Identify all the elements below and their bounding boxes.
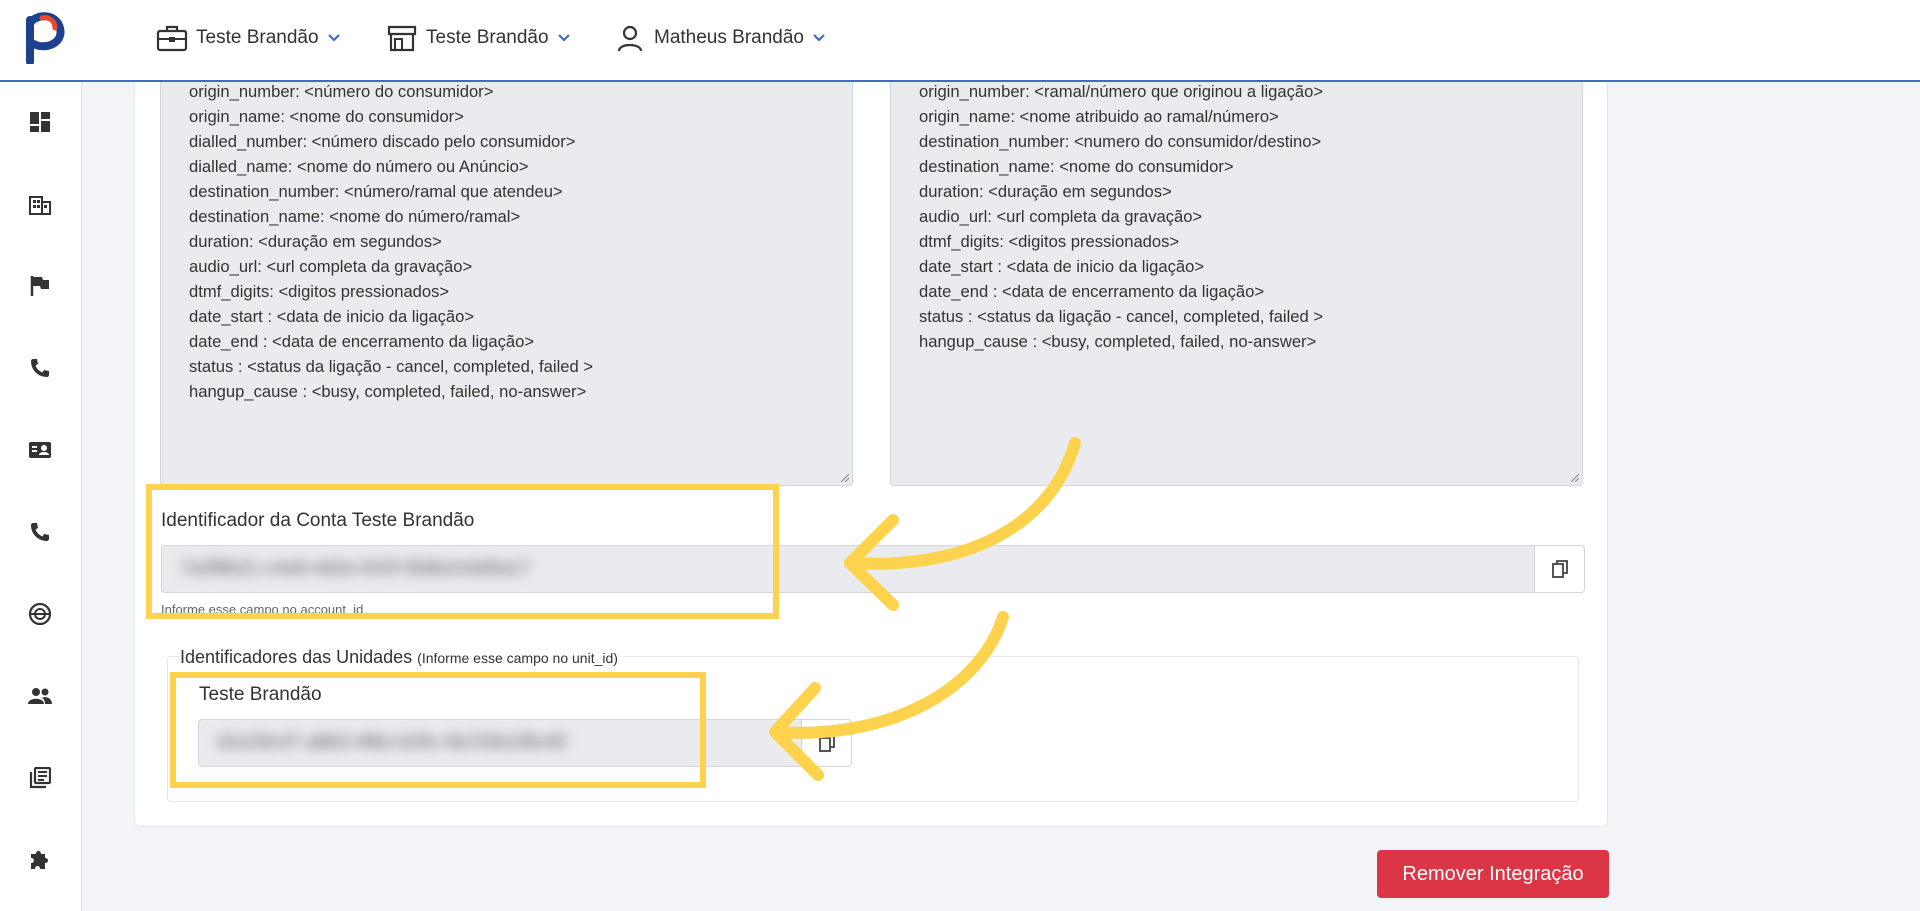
webhook-outbound-textarea[interactable]: origin_number: <ramal/número que origino… [890, 82, 1583, 486]
building-icon [29, 196, 51, 215]
flag-icon [30, 276, 49, 296]
sidebar-item-campaigns[interactable] [22, 268, 58, 304]
webhook-field-line: destination_name: <nome do consumidor> [919, 157, 1234, 176]
sidebar-item-calls[interactable] [22, 350, 58, 386]
phone-icon [31, 523, 49, 541]
chevron-down-icon [813, 34, 825, 42]
copy-account-id-button[interactable] [1535, 545, 1585, 593]
phone-icon [31, 359, 49, 377]
copy-icon [818, 734, 835, 752]
webhook-field-line: origin_name: <nome do consumidor> [189, 107, 464, 126]
webhook-field-line: hangup_cause : <busy, completed, failed,… [189, 382, 587, 401]
webhook-field-line: date_end : <data de encerramento da liga… [189, 332, 535, 351]
webhook-field-line: origin_number: <número do consumidor> [189, 82, 494, 101]
sidebar-item-contacts[interactable] [22, 432, 58, 468]
highlight-box-account [146, 484, 779, 619]
sidebar [0, 82, 82, 911]
webhook-field-line: dialled_name: <nome do número ou Anúncio… [189, 157, 529, 176]
webhook-field-line: status : <status da ligação - cancel, co… [189, 357, 594, 376]
sidebar-item-dashboard[interactable] [22, 104, 58, 140]
webhook-field-line: hangup_cause : <busy, completed, failed,… [919, 332, 1317, 351]
tracking-icon [28, 602, 52, 626]
webhook-field-line: date_start : <data de inicio da ligação> [919, 257, 1205, 276]
user-menu-label: Matheus Brandão [654, 27, 804, 48]
webhook-field-line: date_start : <data de inicio da ligação> [189, 307, 475, 326]
sidebar-item-tracking[interactable] [22, 596, 58, 632]
app-logo[interactable] [22, 10, 68, 64]
sidebar-item-reports[interactable] [22, 760, 58, 796]
contact-card-icon [29, 442, 51, 458]
webhook-field-line: audio_url: <url completa da gravação> [919, 207, 1203, 226]
unit-selector-label: Teste Brandão [426, 27, 549, 48]
resize-handle-icon[interactable] [839, 472, 849, 482]
sidebar-item-companies[interactable] [22, 186, 58, 222]
store-icon [386, 22, 418, 54]
webhook-field-line: audio_url: <url completa da gravação> [189, 257, 473, 276]
webhook-field-line: origin_name: <nome atribuido ao ramal/nú… [919, 107, 1279, 126]
company-selector[interactable]: Teste Brandão [156, 22, 341, 54]
top-navbar: Teste Brandão Teste Brandão Matheus Bran… [0, 0, 1920, 82]
copy-unit-id-button[interactable] [802, 719, 852, 767]
resize-handle-icon[interactable] [1569, 472, 1579, 482]
webhook-field-line: date_end : <data de encerramento da liga… [919, 282, 1265, 301]
user-menu[interactable]: Matheus Brandão [614, 22, 826, 54]
units-title: Identificadores das Unidades (Informe es… [180, 647, 622, 668]
unit-selector[interactable]: Teste Brandão [386, 22, 571, 54]
webhook-field-line: destination_number: <numero do consumido… [919, 132, 1322, 151]
webhook-field-line: dtmf_digits: <digitos pressionados> [189, 282, 450, 301]
sidebar-item-integrations[interactable] [22, 842, 58, 878]
webhook-field-line: dtmf_digits: <digitos pressionados> [919, 232, 1180, 251]
sidebar-item-users[interactable] [22, 678, 58, 714]
webhook-field-line: origin_number: <ramal/número que origino… [919, 82, 1324, 101]
puzzle-icon [31, 851, 48, 869]
copy-icon [1551, 560, 1568, 578]
chevron-down-icon [327, 34, 340, 42]
sidebar-item-extensions[interactable] [22, 514, 58, 550]
highlight-box-unit [170, 672, 706, 788]
remove-integration-button[interactable]: Remover Integração [1377, 850, 1609, 898]
briefcase-icon [156, 22, 188, 54]
chevron-down-icon [557, 34, 570, 42]
dashboard-icon [30, 112, 50, 132]
webhook-field-line: destination_number: <número/ramal que at… [189, 182, 563, 201]
library-books-icon [29, 767, 51, 789]
webhook-field-line: duration: <duração em segundos> [189, 232, 442, 251]
units-title-hint: (Informe esse campo no unit_id) [417, 650, 618, 666]
company-selector-label: Teste Brandão [196, 27, 319, 48]
webhook-inbound-textarea[interactable]: origin_number: <número do consumidor> ori… [160, 82, 853, 486]
webhook-field-line: duration: <duração em segundos> [919, 182, 1172, 201]
units-title-text: Identificadores das Unidades [180, 647, 413, 667]
webhook-field-line: destination_name: <nome do número/ramal> [189, 207, 521, 226]
webhook-field-line: status : <status da ligação - cancel, co… [919, 307, 1324, 326]
webhook-field-line: dialled_number: <número discado pelo con… [189, 132, 576, 151]
people-icon [28, 688, 52, 704]
user-icon [614, 22, 646, 54]
